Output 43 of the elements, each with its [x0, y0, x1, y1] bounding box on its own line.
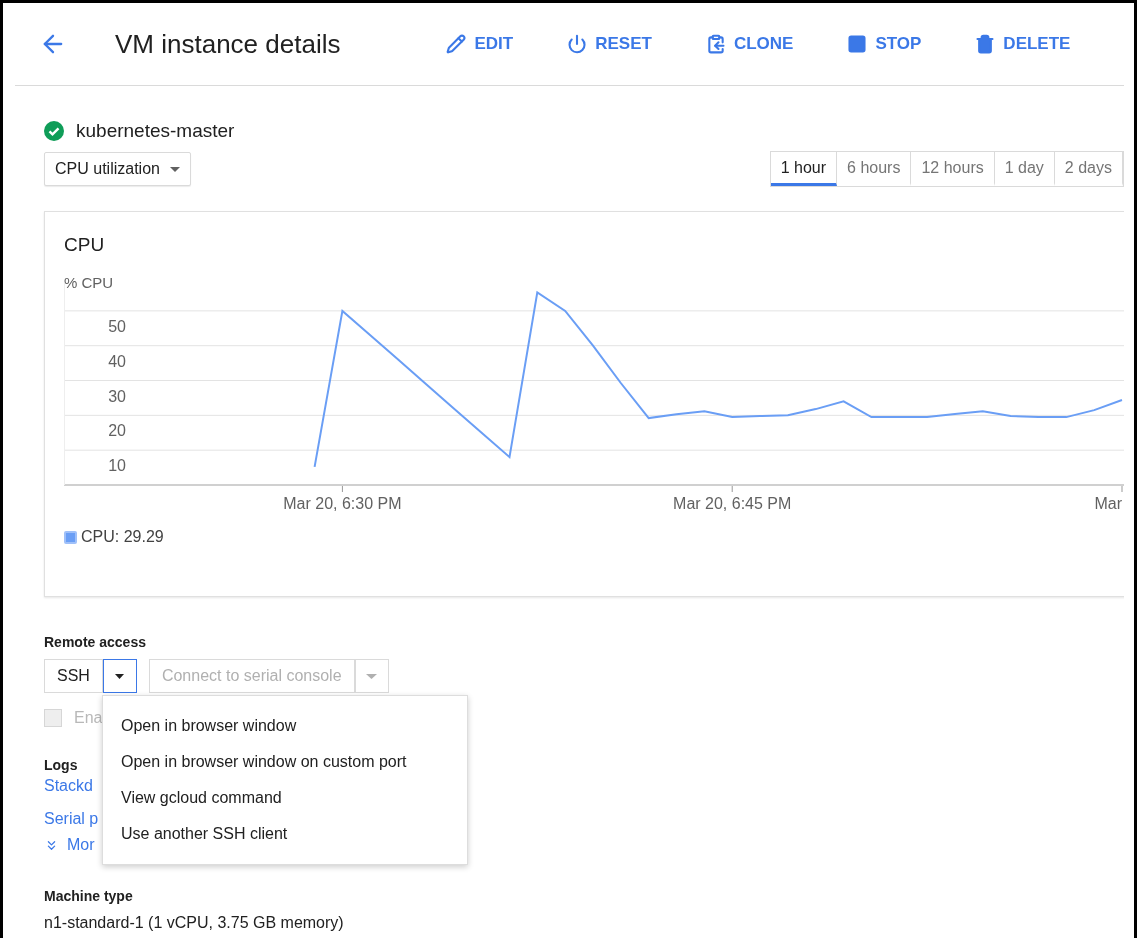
axis-label: Mar	[1094, 495, 1122, 512]
chart-title: CPU	[64, 234, 106, 257]
section-label: Remote access	[44, 634, 146, 650]
menu-item[interactable]: Open in browser window on custom port	[103, 744, 467, 780]
axis-label: 20	[108, 422, 126, 440]
menu-item[interactable]: Open in browser window	[103, 708, 467, 744]
axis-label: Mar 20, 6:45 PM	[673, 495, 792, 512]
metric-dropdown[interactable]: CPU utilization	[44, 152, 191, 186]
machine-type-value: n1-standard-1 (1 vCPU, 3.75 GB memory)	[44, 914, 345, 932]
menu-item[interactable]: View gcloud command	[103, 780, 467, 816]
log-link[interactable]: Serial p	[44, 810, 99, 828]
caret-icon	[169, 166, 180, 172]
edit-button[interactable]: EDIT	[440, 30, 520, 58]
page-title: VM instance details	[115, 28, 341, 60]
delete-button[interactable]: DELETE	[969, 30, 1077, 58]
time-range-tab[interactable]: 1 hour	[770, 152, 838, 186]
axis-label: Mar 20, 6:30 PM	[283, 495, 402, 512]
menu-item[interactable]: Use another SSH client	[103, 816, 467, 852]
instance-name: kubernetes-master	[76, 120, 235, 142]
stop-icon	[847, 34, 868, 54]
trash-icon	[975, 34, 996, 54]
checkbox-label: Ena	[74, 709, 103, 727]
axis-label: 50	[108, 317, 126, 335]
axis-label: 10	[108, 457, 126, 475]
section-label: Logs	[44, 757, 78, 773]
caret-icon	[366, 673, 378, 679]
axis-title: % CPU	[64, 274, 115, 291]
axis-label: 40	[108, 352, 126, 370]
check-circle-icon	[44, 121, 64, 141]
more-link[interactable]: Mor	[44, 836, 95, 854]
stop-button[interactable]: STOP	[841, 30, 928, 58]
caret-icon	[115, 673, 125, 679]
axis-label: 30	[108, 387, 126, 405]
clipboard-icon	[705, 34, 726, 54]
reset-button[interactable]: RESET	[561, 30, 658, 58]
clone-button[interactable]: CLONE	[699, 30, 800, 58]
log-link[interactable]: Stackd	[44, 777, 93, 795]
ssh-menu-button[interactable]	[102, 659, 137, 693]
ssh-button[interactable]: SSH	[44, 659, 103, 693]
pencil-icon	[446, 34, 467, 54]
legend-label: CPU: 29.29	[81, 528, 164, 546]
power-icon	[567, 34, 588, 54]
section-label: Machine type	[44, 888, 133, 904]
